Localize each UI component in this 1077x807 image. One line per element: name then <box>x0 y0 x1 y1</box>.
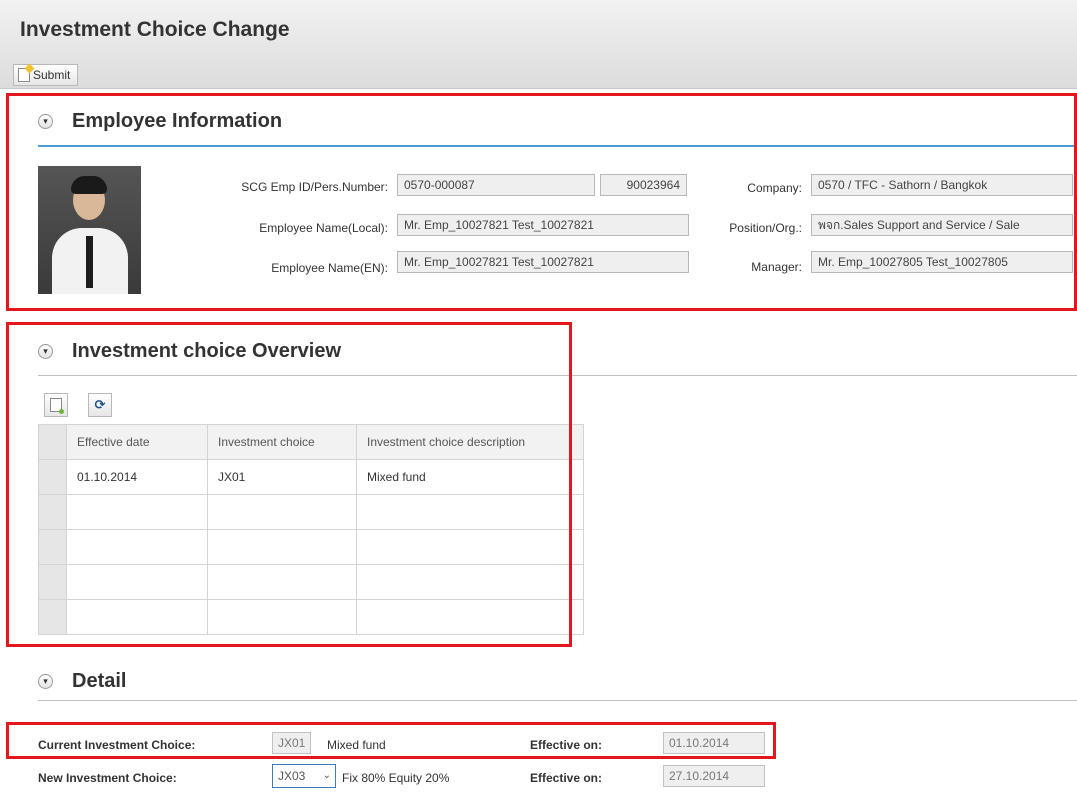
detail-section-header[interactable]: ▾ Detail <box>38 670 126 693</box>
new-effective-field[interactable]: 27.10.2014 <box>663 765 765 787</box>
new-choice-label: New Investment Choice: <box>38 771 177 785</box>
submit-label: Submit <box>33 68 71 82</box>
overview-highlight-box <box>6 322 572 647</box>
employee-highlight-box <box>6 93 1077 311</box>
page-title: Investment Choice Change <box>20 18 290 41</box>
detail-section-title: Detail <box>72 670 127 692</box>
submit-button[interactable]: Submit <box>13 64 79 86</box>
section-divider <box>38 700 1077 701</box>
new-choice-select[interactable]: JX03 ⌄ <box>272 764 336 788</box>
collapse-icon[interactable]: ▾ <box>38 674 53 689</box>
new-choice-description: Fix 80% Equity 20% <box>342 771 450 785</box>
new-choice-code: JX03 <box>278 769 306 783</box>
chevron-down-icon[interactable]: ⌄ <box>323 765 331 787</box>
new-effective-label: Effective on: <box>530 771 603 785</box>
title-bar: Investment Choice Change Submit <box>0 0 1077 89</box>
document-icon <box>18 68 30 82</box>
detail-highlight-box <box>6 722 776 759</box>
